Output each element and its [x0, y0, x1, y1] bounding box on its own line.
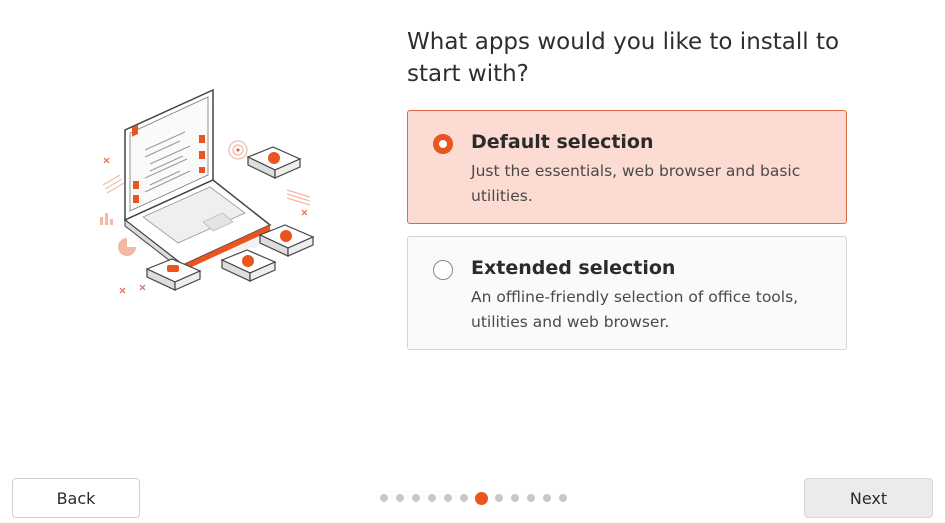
progress-dot: [559, 494, 567, 502]
extended-selection-option[interactable]: Extended selection An offline-friendly s…: [407, 236, 847, 350]
laptop-apps-illustration: [100, 88, 315, 294]
progress-dot: [460, 494, 468, 502]
extended-selection-description: An offline-friendly selection of office …: [471, 288, 799, 331]
default-selection-title: Default selection: [471, 131, 654, 153]
progress-dot: [495, 494, 503, 502]
next-button[interactable]: Next: [804, 478, 933, 518]
progress-dot: [428, 494, 436, 502]
extended-selection-title: Extended selection: [471, 257, 676, 279]
progress-dot: [380, 494, 388, 502]
progress-dot: [444, 494, 452, 502]
extended-selection-radio[interactable]: [433, 260, 453, 280]
default-selection-option[interactable]: Default selection Just the essentials, w…: [407, 110, 847, 224]
progress-dot: [511, 494, 519, 502]
default-selection-radio[interactable]: [433, 134, 453, 154]
progress-dot: [412, 494, 420, 502]
back-button[interactable]: Back: [12, 478, 140, 518]
progress-dot: [396, 494, 404, 502]
progress-dot-current: [475, 491, 488, 505]
default-selection-description: Just the essentials, web browser and bas…: [471, 162, 801, 205]
step-progress-indicator: [376, 491, 571, 505]
progress-dot: [543, 494, 551, 502]
page-title: What apps would you like to install to s…: [407, 29, 840, 87]
progress-dot: [527, 494, 535, 502]
